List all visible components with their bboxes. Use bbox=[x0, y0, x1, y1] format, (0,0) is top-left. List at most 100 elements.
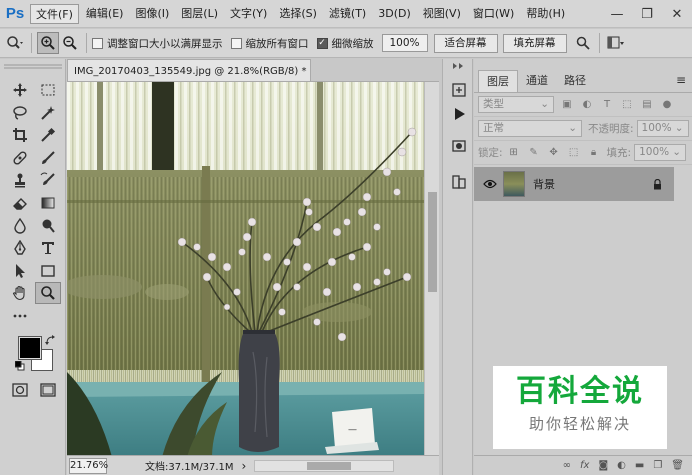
lock-all-icon[interactable]: 🔒︎ bbox=[587, 146, 601, 160]
adjustment-layer-icon[interactable]: ◐ bbox=[617, 460, 626, 471]
status-zoom-field[interactable]: 21.76% bbox=[69, 457, 108, 474]
opacity-field[interactable]: 100% ⌄ bbox=[636, 120, 689, 137]
eraser-tool-icon[interactable] bbox=[7, 192, 33, 214]
filter-kind-dropdown[interactable]: 类型 ⌄ bbox=[478, 96, 554, 113]
menu-type[interactable]: 文字(Y) bbox=[225, 4, 272, 24]
tab-channels[interactable]: 通道 bbox=[518, 70, 556, 92]
link-layers-icon[interactable]: ∞ bbox=[563, 460, 571, 471]
zoom-tool-icon[interactable] bbox=[35, 282, 61, 305]
vertical-scrollbar[interactable] bbox=[424, 82, 439, 456]
rectangle-tool-icon[interactable] bbox=[35, 260, 61, 282]
menu-select[interactable]: 选择(S) bbox=[274, 4, 322, 24]
toolbox-grip-icon[interactable] bbox=[4, 63, 62, 71]
scrubby-zoom-checkbox[interactable]: ✓ 细微缩放 bbox=[316, 36, 374, 51]
menu-layer[interactable]: 图层(L) bbox=[176, 4, 223, 24]
marquee-tool-icon[interactable] bbox=[35, 79, 61, 101]
restore-button[interactable]: ❐ bbox=[632, 0, 662, 28]
zoom-all-windows-checkbox[interactable]: 缩放所有窗口 bbox=[230, 36, 309, 51]
close-window-button[interactable]: ✕ bbox=[662, 0, 692, 28]
new-layer-icon[interactable]: ❐ bbox=[653, 460, 662, 471]
eyedropper-tool-icon[interactable] bbox=[35, 124, 61, 146]
status-menu-arrow-icon[interactable]: › bbox=[242, 459, 247, 473]
search-icon[interactable] bbox=[572, 32, 594, 54]
minimize-button[interactable]: — bbox=[602, 0, 632, 28]
path-selection-tool-icon[interactable] bbox=[7, 260, 33, 282]
document-photo[interactable]: — bbox=[67, 82, 424, 457]
horizontal-scrollbar[interactable] bbox=[254, 459, 395, 472]
document-tab[interactable]: IMG_20170403_135549.jpg @ 21.8%(RGB/8) *… bbox=[67, 59, 311, 81]
hand-tool-icon[interactable] bbox=[7, 282, 33, 304]
menu-3d[interactable]: 3D(D) bbox=[373, 4, 416, 24]
clone-stamp-tool-icon[interactable] bbox=[7, 169, 33, 191]
tab-paths[interactable]: 路径 bbox=[556, 70, 594, 92]
zoom-in-icon[interactable] bbox=[37, 32, 59, 54]
move-tool-icon[interactable] bbox=[7, 79, 33, 101]
new-group-icon[interactable]: ▬ bbox=[635, 460, 644, 471]
add-mask-icon[interactable]: ◙ bbox=[598, 460, 608, 471]
foreground-color-swatch[interactable] bbox=[18, 336, 42, 360]
zoom-tool-preset-icon[interactable] bbox=[4, 32, 26, 54]
checkbox-box-checked[interactable]: ✓ bbox=[316, 37, 328, 49]
filter-toggle-icon[interactable]: ● bbox=[660, 98, 674, 112]
menu-filter[interactable]: 滤镜(T) bbox=[324, 4, 371, 24]
pen-tool-icon[interactable] bbox=[7, 237, 33, 259]
menu-file[interactable]: 文件(F) bbox=[30, 3, 79, 24]
checkbox-box[interactable] bbox=[92, 37, 103, 49]
crop-tool-icon[interactable] bbox=[7, 124, 33, 146]
layer-style-fx-icon[interactable]: fx bbox=[580, 460, 589, 471]
layer-name[interactable]: 背景 bbox=[533, 176, 555, 192]
default-colors-icon[interactable] bbox=[15, 361, 26, 372]
menu-view[interactable]: 视图(V) bbox=[418, 4, 466, 24]
menu-window[interactable]: 窗口(W) bbox=[468, 4, 519, 24]
history-brush-tool-icon[interactable] bbox=[35, 169, 61, 191]
blur-tool-icon[interactable] bbox=[7, 215, 33, 237]
properties-panel-icon[interactable] bbox=[448, 171, 470, 193]
lasso-tool-icon[interactable] bbox=[7, 102, 33, 124]
filter-smart-object-icon[interactable]: ▤ bbox=[640, 98, 654, 112]
3d-panel-icon[interactable] bbox=[448, 135, 470, 157]
lock-artboard-icon[interactable]: ⬚ bbox=[567, 146, 581, 160]
quick-mask-icon[interactable] bbox=[7, 379, 33, 401]
history-panel-icon[interactable] bbox=[448, 79, 470, 101]
filter-adjustment-icon[interactable]: ◐ bbox=[580, 98, 594, 112]
screen-mode-icon[interactable] bbox=[35, 379, 61, 401]
lock-position-icon[interactable]: ✥ bbox=[547, 146, 561, 160]
healing-brush-tool-icon[interactable] bbox=[7, 147, 33, 169]
filter-type-icon[interactable]: T bbox=[600, 98, 614, 112]
zoom-value-field[interactable]: 100% bbox=[381, 34, 428, 52]
workspace-icon[interactable] bbox=[605, 32, 627, 54]
filter-pixel-icon[interactable]: ▣ bbox=[560, 98, 574, 112]
vertical-scrollbar-thumb[interactable] bbox=[428, 192, 437, 292]
actions-panel-icon[interactable] bbox=[448, 103, 470, 125]
type-tool-icon[interactable] bbox=[35, 237, 61, 259]
magic-wand-tool-icon[interactable] bbox=[35, 102, 61, 124]
swap-colors-icon[interactable] bbox=[45, 335, 56, 346]
document-size-info[interactable]: 文档:37.1M/37.1M bbox=[145, 458, 234, 473]
more-tools-icon[interactable] bbox=[7, 305, 33, 327]
gradient-tool-icon[interactable] bbox=[35, 192, 61, 214]
tab-layers[interactable]: 图层 bbox=[478, 70, 518, 92]
layer-row-background[interactable]: 背景 bbox=[474, 167, 674, 201]
layer-thumbnail[interactable] bbox=[503, 171, 525, 197]
fit-screen-button[interactable]: 适合屏幕 bbox=[433, 33, 498, 53]
lock-transparent-icon[interactable]: ⊞ bbox=[507, 146, 521, 160]
resize-windows-checkbox[interactable]: 调整窗口大小以满屏显示 bbox=[92, 36, 223, 51]
delete-layer-icon[interactable]: 🗑︎ bbox=[671, 460, 684, 471]
panel-strip-collapse-icon[interactable] bbox=[447, 63, 469, 69]
horizontal-scrollbar-thumb[interactable] bbox=[307, 461, 352, 470]
blend-mode-dropdown[interactable]: 正常 ⌄ bbox=[478, 120, 582, 137]
fill-field[interactable]: 100% ⌄ bbox=[634, 144, 687, 161]
fill-screen-button[interactable]: 填充屏幕 bbox=[502, 33, 567, 53]
brush-tool-icon[interactable] bbox=[35, 147, 61, 169]
menu-help[interactable]: 帮助(H) bbox=[521, 4, 570, 24]
menu-edit[interactable]: 编辑(E) bbox=[81, 4, 129, 24]
zoom-out-icon[interactable] bbox=[59, 32, 81, 54]
panel-menu-icon[interactable]: ≡ bbox=[676, 73, 686, 87]
canvas-area[interactable]: — bbox=[67, 81, 439, 457]
menu-image[interactable]: 图像(I) bbox=[130, 4, 174, 24]
checkbox-box[interactable] bbox=[230, 37, 242, 49]
filter-shape-icon[interactable]: ⬚ bbox=[620, 98, 634, 112]
dodge-tool-icon[interactable] bbox=[35, 215, 61, 237]
eye-visibility-icon[interactable] bbox=[483, 179, 497, 189]
lock-pixels-icon[interactable]: ✎ bbox=[527, 146, 541, 160]
